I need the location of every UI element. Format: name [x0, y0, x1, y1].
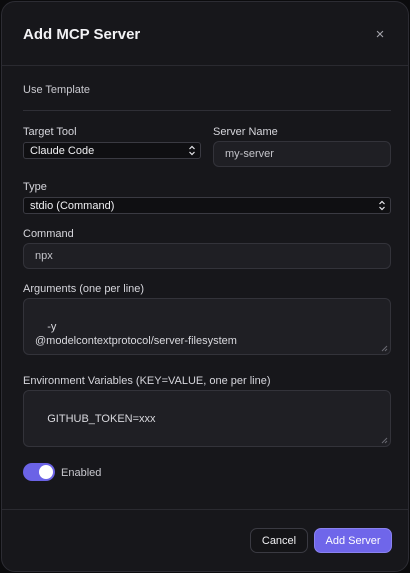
arguments-textarea[interactable]: -y @modelcontextprotocol/server-filesyst… [23, 298, 391, 355]
env-vars-textarea[interactable]: GITHUB_TOKEN=xxx [23, 390, 391, 447]
target-tool-label: Target Tool [23, 126, 77, 138]
dialog-footer [2, 509, 408, 510]
server-name-label: Server Name [213, 126, 278, 138]
env-vars-label: Environment Variables (KEY=VALUE, one pe… [23, 375, 271, 387]
command-input[interactable]: npx [23, 243, 391, 269]
type-value: stdio (Command) [30, 200, 115, 212]
chevron-up-down-icon [379, 200, 385, 211]
target-tool-select[interactable]: Claude Code [23, 142, 201, 159]
enabled-label: Enabled [61, 467, 102, 479]
add-mcp-server-dialog: Add MCP Server × Use Template Target Too… [1, 1, 409, 572]
env-vars-placeholder: GITHUB_TOKEN=xxx [47, 413, 156, 425]
arguments-placeholder: -y @modelcontextprotocol/server-filesyst… [35, 321, 237, 347]
dialog-header: Add MCP Server × [2, 2, 408, 66]
enabled-toggle[interactable] [23, 463, 55, 481]
chevron-up-down-icon [189, 145, 195, 156]
type-select[interactable]: stdio (Command) [23, 197, 391, 214]
cancel-button[interactable]: Cancel [250, 528, 308, 553]
server-name-input[interactable]: my-server [213, 141, 391, 167]
resize-handle-icon[interactable] [381, 345, 388, 352]
add-server-button[interactable]: Add Server [314, 528, 392, 553]
command-label: Command [23, 228, 74, 240]
dialog-title: Add MCP Server [23, 26, 141, 43]
arguments-label: Arguments (one per line) [23, 283, 145, 295]
target-tool-value: Claude Code [30, 145, 95, 157]
resize-handle-icon[interactable] [381, 437, 388, 444]
type-label: Type [23, 181, 47, 193]
close-icon[interactable]: × [372, 26, 388, 43]
use-template-label[interactable]: Use Template [23, 84, 90, 96]
toggle-knob [39, 465, 53, 479]
template-divider [23, 110, 391, 111]
